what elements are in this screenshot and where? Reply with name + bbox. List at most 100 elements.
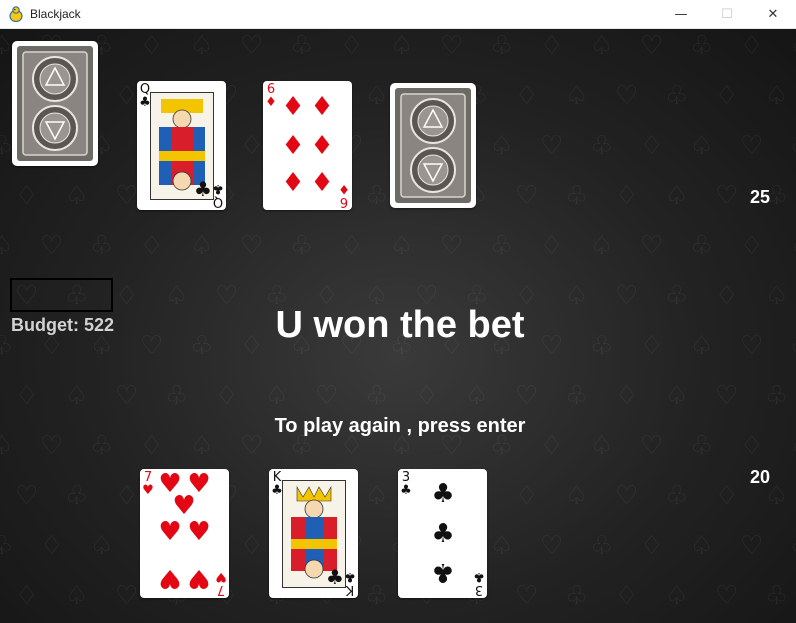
background-suit-icon: ♤ <box>590 31 614 61</box>
background-suit-icon: ♢ <box>615 581 639 611</box>
background-suit-icon: ♡ <box>515 181 539 211</box>
background-suit-icon: ♢ <box>640 531 664 561</box>
window-controls: — ☐ ✕ <box>658 0 796 28</box>
maximize-icon[interactable]: ☐ <box>704 0 750 28</box>
background-suit-icon: ♤ <box>665 181 689 211</box>
background-suit-icon: ♢ <box>215 381 239 411</box>
background-suit-icon: ♡ <box>640 31 664 61</box>
player-card-seven-of-hearts: 7 ♥ ♥ ♥ ♥ ♥ ♥ ♥ ♥ 7 ♥ <box>140 469 229 598</box>
background-suit-icon: ♤ <box>190 31 214 61</box>
background-suit-icon: ♢ <box>115 81 139 111</box>
background-suit-icon: ♢ <box>340 231 364 261</box>
background-suit-icon: ♡ <box>515 381 539 411</box>
background-suit-icon: ♤ <box>65 181 89 211</box>
club-suit-icon: ♣ <box>431 557 455 587</box>
result-message: U won the bet <box>275 304 525 346</box>
background-suit-icon: ♤ <box>765 81 789 111</box>
background-suit-icon: ♧ <box>490 231 514 261</box>
club-suit-icon: ♣ <box>344 569 356 584</box>
background-suit-icon: ♤ <box>490 131 514 161</box>
dealer-card-face-down <box>390 83 476 208</box>
background-suit-icon: ♧ <box>690 31 714 61</box>
background-suit-icon: ♡ <box>740 131 764 161</box>
dealer-card-six-of-diamonds: 6 ♦ ♦ ♦ ♦ ♦ ♦ ♦ 6 ♦ <box>263 81 352 210</box>
background-suit-icon: ♡ <box>515 581 539 611</box>
background-suit-icon: ♢ <box>515 481 539 511</box>
heart-suit-icon: ♥ <box>215 569 227 584</box>
card-rank: 7 <box>216 582 226 597</box>
background-suit-icon: ♤ <box>190 231 214 261</box>
background-suit-icon: ♤ <box>665 581 689 611</box>
background-suit-icon: ♧ <box>565 581 589 611</box>
background-suit-icon: ♧ <box>290 31 314 61</box>
background-suit-icon: ♢ <box>615 381 639 411</box>
card-rank: 3 <box>474 582 484 597</box>
player-score: 20 <box>750 467 771 487</box>
background-suit-icon: ♧ <box>590 531 614 561</box>
background-suit-icon: ♡ <box>640 231 664 261</box>
background-suit-icon: ♧ <box>790 133 796 159</box>
background-suit-icon: ♡ <box>115 581 139 611</box>
close-icon[interactable]: ✕ <box>750 0 796 28</box>
background-suit-icon: ♡ <box>715 181 739 211</box>
background-suit-icon: ♢ <box>240 531 264 561</box>
club-suit-icon: ♣ <box>400 483 412 498</box>
background-suit-icon: ♤ <box>390 231 414 261</box>
background-suit-icon: ♢ <box>540 31 564 61</box>
background-suit-icon: ♤ <box>0 231 14 261</box>
game-window: Blackjack — ☐ ✕ ♤♡♧♢♤♡♧♢♤♡♧♢♤♡♧♢♤♡♧♢♤♡♧♢… <box>0 0 796 623</box>
play-again-prompt: To play again , press enter <box>274 415 526 437</box>
background-suit-icon: ♡ <box>615 81 639 111</box>
background-suit-icon: ♤ <box>665 381 689 411</box>
window-title: Blackjack <box>30 7 81 21</box>
background-suit-icon: ♢ <box>115 481 139 511</box>
background-suit-icon: ♧ <box>665 481 689 511</box>
background-suit-icon: ♤ <box>790 233 796 259</box>
heart-suit-icon: ♥ <box>158 563 182 593</box>
title-bar: Blackjack — ☐ ✕ <box>0 0 796 29</box>
background-suit-icon: ♧ <box>765 581 789 611</box>
pygame-snake-icon <box>8 6 24 22</box>
background-suit-icon: ♤ <box>490 531 514 561</box>
dealer-score: 25 <box>750 187 771 207</box>
background-suit-icon: ♤ <box>265 381 289 411</box>
heart-suit-icon: ♥ <box>142 483 154 498</box>
heart-suit-icon: ♥ <box>187 563 211 593</box>
background-suit-icon: ♢ <box>15 181 39 211</box>
diamond-suit-icon: ♦ <box>310 131 334 161</box>
background-suit-icon: ♧ <box>590 131 614 161</box>
background-suit-icon: ♧ <box>565 181 589 211</box>
background-suit-icon: ♤ <box>390 31 414 61</box>
dealer-card-queen-of-clubs: Q ♣ ♣ Q ♣ <box>137 81 226 210</box>
background-suit-icon: ♧ <box>0 531 14 561</box>
background-suit-icon: ♤ <box>590 231 614 261</box>
background-suit-icon: ♤ <box>690 531 714 561</box>
background-suit-icon: ♢ <box>715 81 739 111</box>
background-suit-icon: ♢ <box>15 381 39 411</box>
club-suit-icon: ♣ <box>212 181 224 196</box>
minimize-icon[interactable]: — <box>658 0 704 28</box>
background-suit-icon: ♤ <box>565 81 589 111</box>
background-suit-icon: ♢ <box>515 81 539 111</box>
diamond-suit-icon: ♦ <box>338 181 350 196</box>
background-suit-icon: ♧ <box>165 381 189 411</box>
background-suit-icon: ♧ <box>565 381 589 411</box>
background-suit-icon: ♢ <box>615 181 639 211</box>
club-suit-icon: ♣ <box>431 479 455 509</box>
background-suit-icon: ♤ <box>365 481 389 511</box>
background-suit-icon: ♤ <box>690 131 714 161</box>
background-suit-icon: ♡ <box>315 381 339 411</box>
background-suit-icon: ♡ <box>440 231 464 261</box>
club-suit-icon: ♣ <box>473 569 485 584</box>
diamond-suit-icon: ♦ <box>281 92 305 122</box>
background-suit-icon: ♢ <box>40 531 64 561</box>
diamond-suit-icon: ♦ <box>310 168 334 198</box>
background-suit-icon: ♡ <box>715 581 739 611</box>
dealer-card-face-down <box>12 41 98 166</box>
background-suit-icon: ♡ <box>115 181 139 211</box>
background-suit-icon: ♤ <box>565 481 589 511</box>
background-suit-icon: ♤ <box>65 581 89 611</box>
card-rank: Q <box>212 194 224 209</box>
heart-suit-icon: ♥ <box>158 517 182 547</box>
diamond-suit-icon: ♦ <box>265 95 277 110</box>
